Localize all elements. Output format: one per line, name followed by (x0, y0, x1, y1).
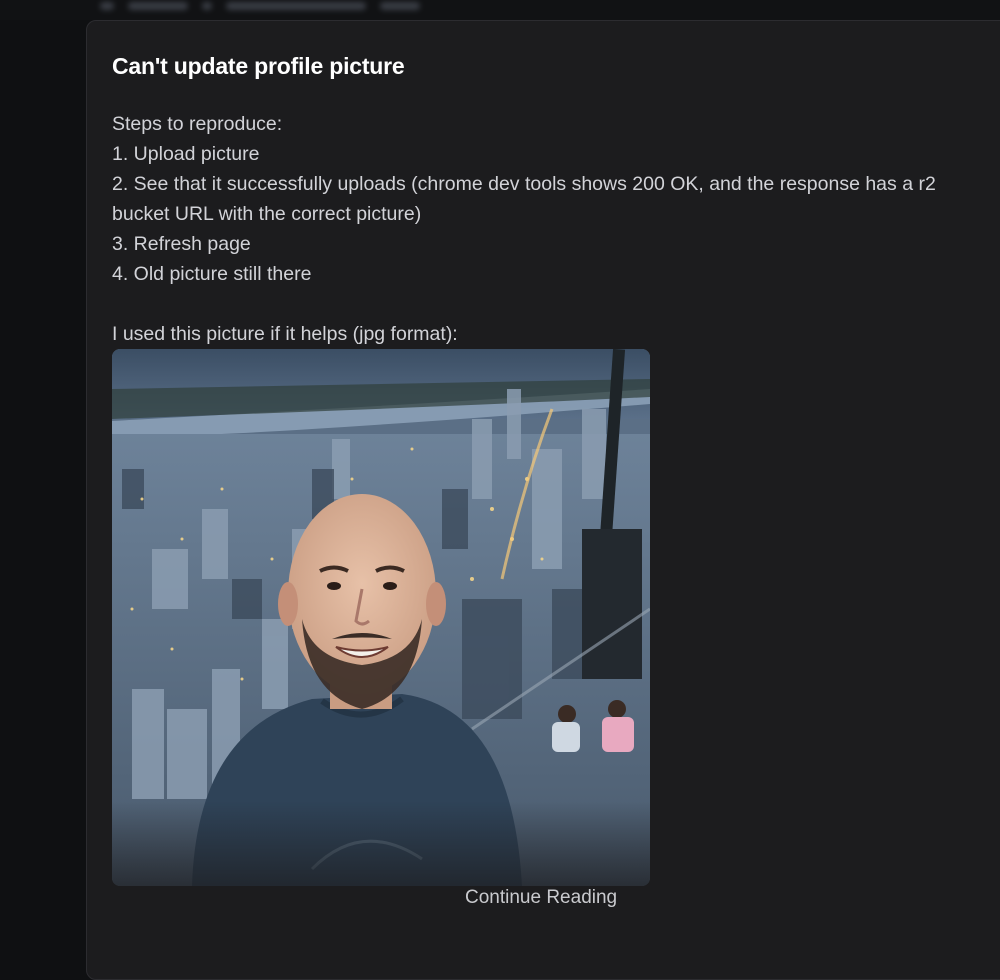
attachment-intro: I used this picture if it helps (jpg for… (112, 323, 458, 345)
post-title: Can't update profile picture (112, 53, 405, 79)
body-line-step-2: 2. See that it successfully uploads (chr… (112, 173, 936, 225)
body-line-steps-heading: Steps to reproduce: (112, 113, 283, 135)
body-line-step-3: 3. Refresh page (112, 233, 251, 255)
continue-reading-link[interactable]: Continue Reading (465, 887, 617, 909)
post-card: Can't update profile picture Steps to re… (86, 20, 1000, 980)
body-line-step-4: 4. Old picture still there (112, 263, 312, 285)
post-body: Steps to reproduce: 1. Upload picture 2.… (112, 109, 992, 349)
top-bar (0, 0, 1000, 20)
blurred-tab-strip (100, 0, 420, 16)
attached-profile-photo[interactable] (112, 349, 650, 886)
body-line-step-1: 1. Upload picture (112, 143, 260, 165)
